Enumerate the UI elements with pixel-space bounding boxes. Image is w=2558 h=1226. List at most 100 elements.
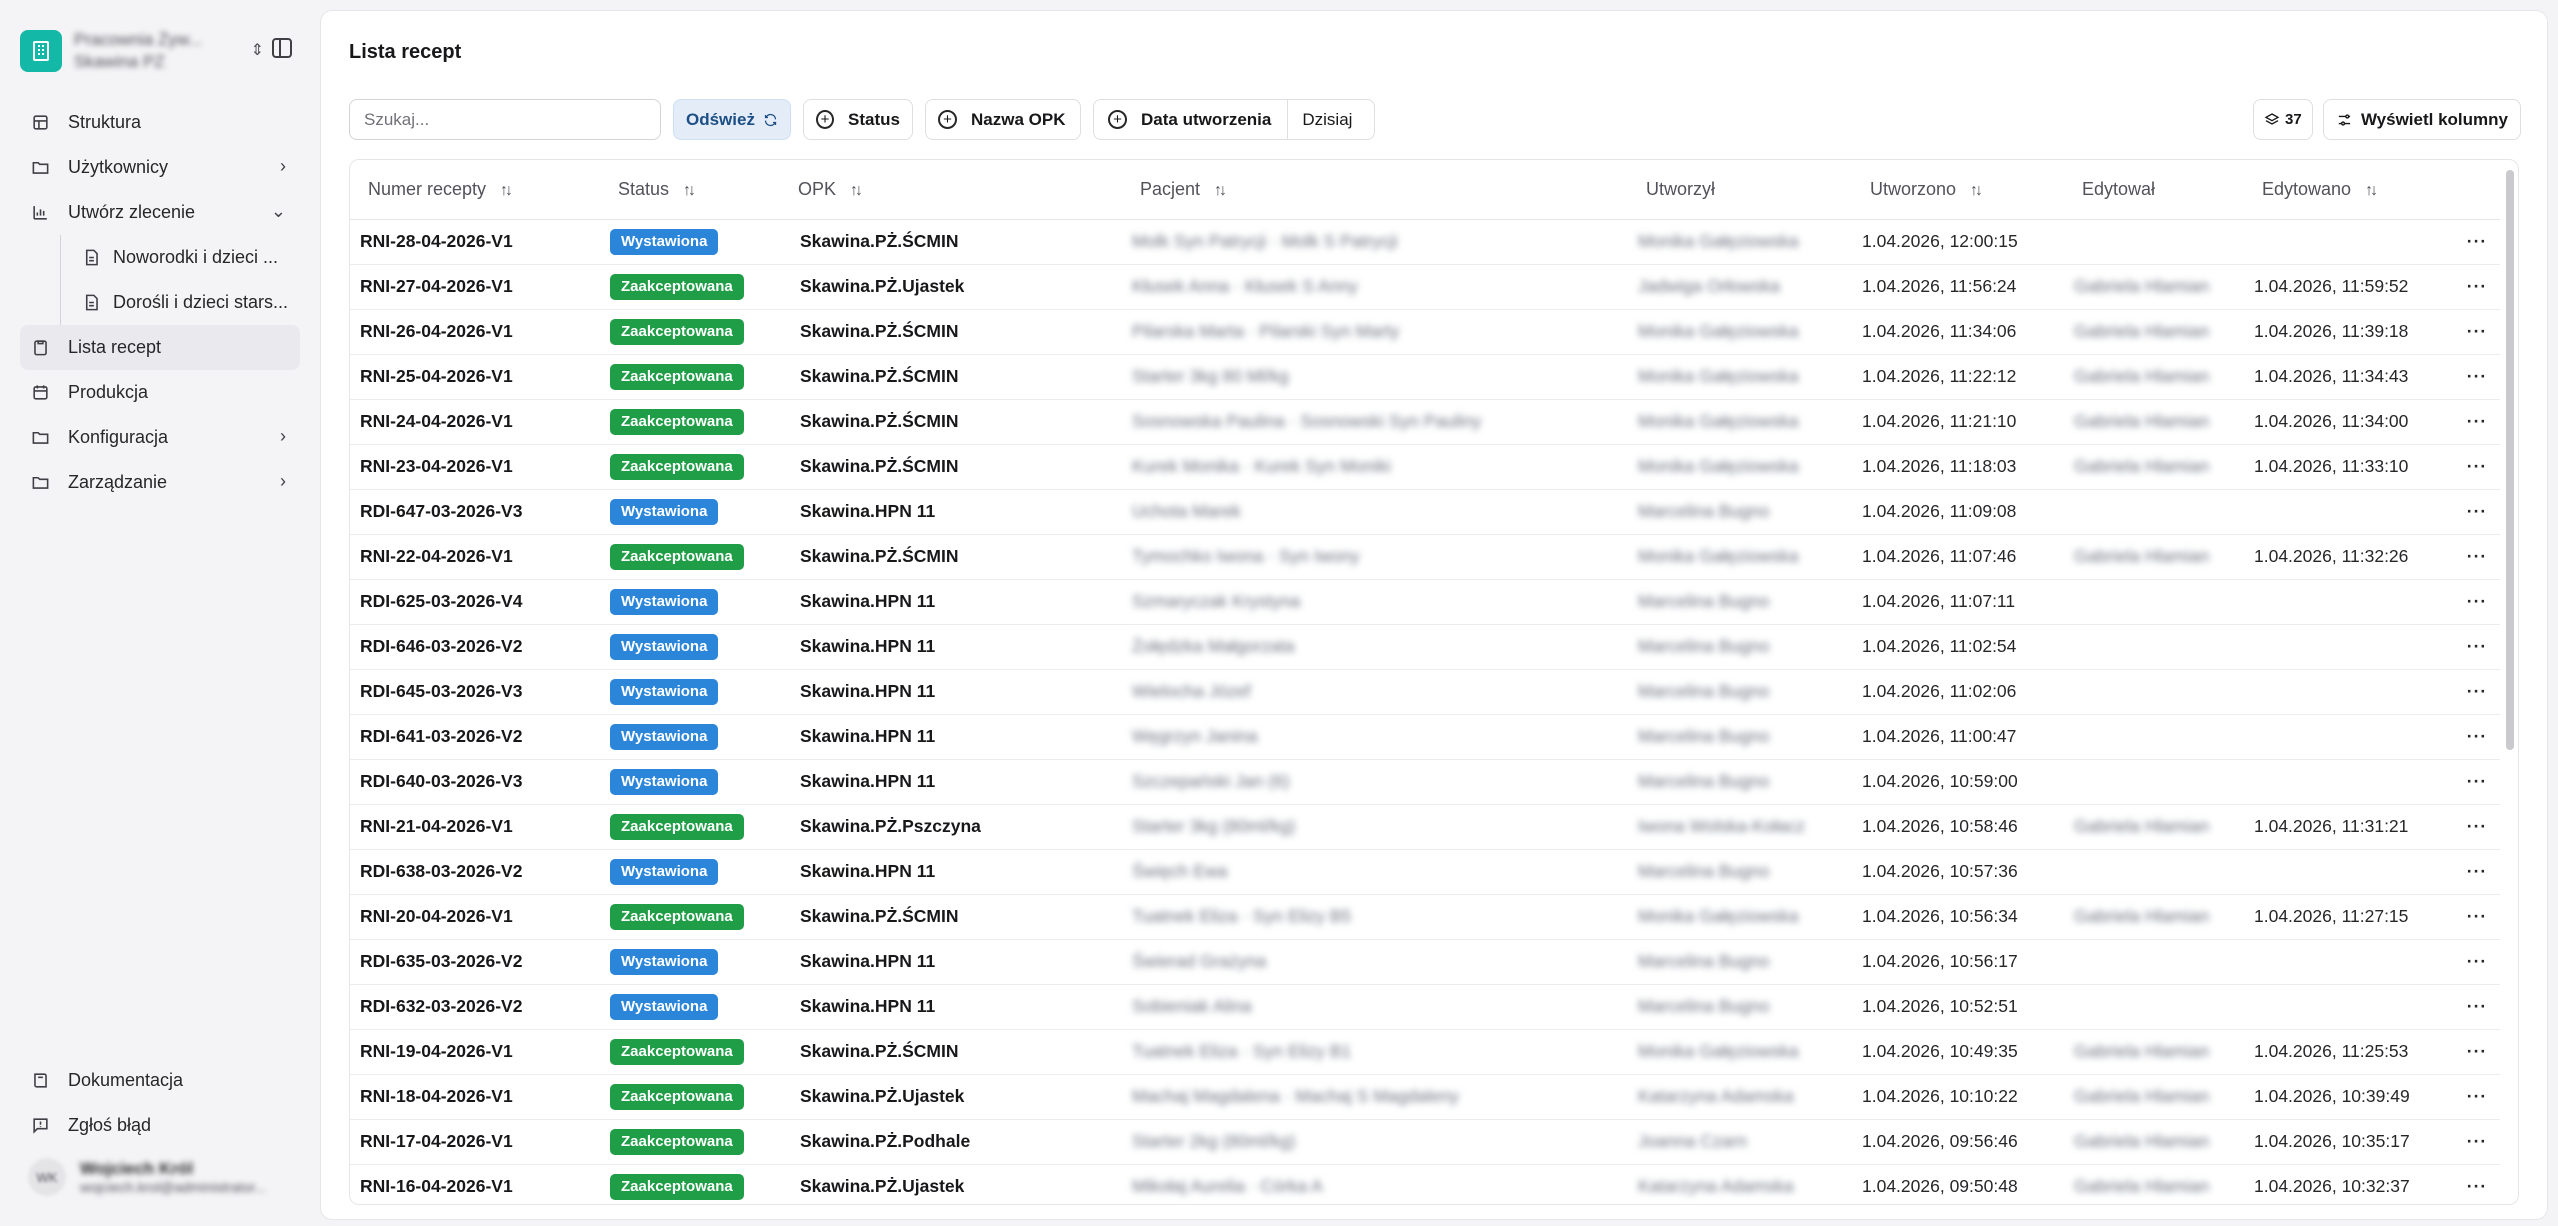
recipe-number[interactable]: RDI-641-03-2026-V2: [350, 714, 600, 759]
recipe-number[interactable]: RDI-645-03-2026-V3: [350, 669, 600, 714]
sidebar-item-produkcja[interactable]: Produkcja: [20, 370, 300, 415]
recipe-number[interactable]: RNI-18-04-2026-V1: [350, 1074, 600, 1119]
more-actions-icon[interactable]: ···: [2444, 759, 2500, 804]
more-actions-icon[interactable]: ···: [2444, 579, 2500, 624]
recipe-number[interactable]: RNI-23-04-2026-V1: [350, 444, 600, 489]
more-actions-icon[interactable]: ···: [2444, 894, 2500, 939]
more-actions-icon[interactable]: ···: [2444, 984, 2500, 1029]
recipe-number[interactable]: RNI-25-04-2026-V1: [350, 354, 600, 399]
column-header-edytowano[interactable]: Edytowano ↑↓: [2244, 160, 2444, 219]
more-actions-icon[interactable]: ···: [2444, 534, 2500, 579]
more-actions-icon[interactable]: ···: [2444, 399, 2500, 444]
table-row[interactable]: RDI-625-03-2026-V4 Wystawiona Skawina.HPN …: [350, 579, 2500, 624]
table-row[interactable]: RNI-24-04-2026-V1 Zaakceptowana Skawina.PŻ…: [350, 399, 2500, 444]
recipe-number[interactable]: RDI-625-03-2026-V4: [350, 579, 600, 624]
sidebar-item-zarzadzanie[interactable]: Zarządzanie ›: [20, 460, 300, 505]
date-filter-button[interactable]: + Data utworzenia Dzisiaj: [1093, 99, 1375, 140]
table-row[interactable]: RNI-23-04-2026-V1 Zaakceptowana Skawina.PŻ…: [350, 444, 2500, 489]
sidebar-item-dokumentacja[interactable]: Dokumentacja: [20, 1058, 300, 1103]
more-actions-icon[interactable]: ···: [2444, 444, 2500, 489]
sidebar-item-uzytkownicy[interactable]: Użytkownicy ›: [20, 145, 300, 190]
recipe-number[interactable]: RNI-17-04-2026-V1: [350, 1119, 600, 1164]
more-actions-icon[interactable]: ···: [2444, 939, 2500, 984]
organization-switcher[interactable]: Pracownia Żyw... Skawina PZ ⇕: [20, 22, 264, 80]
table-row[interactable]: RNI-16-04-2026-V1 Zaakceptowana Skawina.PŻ…: [350, 1164, 2500, 1204]
recipe-number[interactable]: RNI-16-04-2026-V1: [350, 1164, 600, 1204]
more-actions-icon[interactable]: ···: [2444, 219, 2500, 264]
user-menu[interactable]: WK Wojciech Król wojciech.krol@administr…: [28, 1158, 266, 1196]
sidebar-subitem-noworodki[interactable]: Noworodki i dzieci ...: [79, 235, 300, 280]
sidebar-toggle-icon[interactable]: [272, 38, 292, 58]
more-actions-icon[interactable]: ···: [2444, 1164, 2500, 1204]
recipe-number[interactable]: RDI-632-03-2026-V2: [350, 984, 600, 1029]
recipe-number[interactable]: RDI-638-03-2026-V2: [350, 849, 600, 894]
table-row[interactable]: RNI-27-04-2026-V1 Zaakceptowana Skawina.PŻ…: [350, 264, 2500, 309]
table-row[interactable]: RDI-640-03-2026-V3 Wystawiona Skawina.HPN …: [350, 759, 2500, 804]
more-actions-icon[interactable]: ···: [2444, 1119, 2500, 1164]
sidebar-item-lista-recept[interactable]: Lista recept: [20, 325, 300, 370]
column-header-pacjent[interactable]: Pacjent ↑↓: [1122, 160, 1628, 219]
table-row[interactable]: RNI-22-04-2026-V1 Zaakceptowana Skawina.PŻ…: [350, 534, 2500, 579]
more-actions-icon[interactable]: ···: [2444, 669, 2500, 714]
sidebar-item-zglos-blad[interactable]: Zgłoś błąd: [20, 1103, 300, 1148]
recipe-number[interactable]: RNI-26-04-2026-V1: [350, 309, 600, 354]
sidebar-item-struktura[interactable]: Struktura: [20, 100, 300, 145]
table-row[interactable]: RDI-638-03-2026-V2 Wystawiona Skawina.HPN …: [350, 849, 2500, 894]
more-actions-icon[interactable]: ···: [2444, 264, 2500, 309]
recipe-number[interactable]: RDI-646-03-2026-V2: [350, 624, 600, 669]
table-row[interactable]: RDI-635-03-2026-V2 Wystawiona Skawina.HPN …: [350, 939, 2500, 984]
status-filter-button[interactable]: + Status: [803, 99, 913, 140]
recipe-number[interactable]: RNI-24-04-2026-V1: [350, 399, 600, 444]
table-row[interactable]: RDI-632-03-2026-V2 Wystawiona Skawina.HPN …: [350, 984, 2500, 1029]
more-actions-icon[interactable]: ···: [2444, 714, 2500, 759]
recipe-number[interactable]: RDI-647-03-2026-V3: [350, 489, 600, 534]
recipe-number[interactable]: RNI-20-04-2026-V1: [350, 894, 600, 939]
more-actions-icon[interactable]: ···: [2444, 1029, 2500, 1074]
opk-cell: Skawina.HPN 11: [800, 996, 936, 1016]
more-actions-icon[interactable]: ···: [2444, 1074, 2500, 1119]
created-cell: 1.04.2026, 10:59:00: [1862, 771, 2018, 791]
status-badge: Wystawiona: [610, 723, 719, 750]
more-actions-icon[interactable]: ···: [2444, 489, 2500, 534]
status-badge: Wystawiona: [610, 768, 719, 795]
opk-filter-button[interactable]: + Nazwa OPK: [925, 99, 1081, 140]
table-row[interactable]: RNI-19-04-2026-V1 Zaakceptowana Skawina.PŻ…: [350, 1029, 2500, 1074]
table-row[interactable]: RDI-647-03-2026-V3 Wystawiona Skawina.HPN …: [350, 489, 2500, 534]
sidebar-item-utworz-zlecenie[interactable]: Utwórz zlecenie ⌄: [20, 190, 300, 235]
scrollbar[interactable]: [2506, 170, 2514, 750]
search-input[interactable]: [349, 99, 661, 140]
refresh-button[interactable]: Odśwież: [673, 99, 791, 140]
recipe-number[interactable]: RNI-27-04-2026-V1: [350, 264, 600, 309]
table-row[interactable]: RNI-26-04-2026-V1 Zaakceptowana Skawina.PŻ…: [350, 309, 2500, 354]
more-actions-icon[interactable]: ···: [2444, 804, 2500, 849]
column-header-numer[interactable]: Numer recepty ↑↓: [350, 160, 600, 219]
more-actions-icon[interactable]: ···: [2444, 354, 2500, 399]
sidebar-subitem-dorosli[interactable]: Dorośli i dzieci stars...: [79, 280, 300, 325]
layers-count-button[interactable]: 37: [2253, 99, 2313, 140]
more-actions-icon[interactable]: ···: [2444, 849, 2500, 894]
table-row[interactable]: RDI-641-03-2026-V2 Wystawiona Skawina.HPN …: [350, 714, 2500, 759]
recipe-number[interactable]: RNI-28-04-2026-V1: [350, 219, 600, 264]
sidebar-item-label: Konfiguracja: [68, 427, 169, 447]
sidebar-item-konfiguracja[interactable]: Konfiguracja ›: [20, 415, 300, 460]
columns-button[interactable]: Wyświetl kolumny: [2323, 99, 2521, 140]
recipe-number[interactable]: RDI-640-03-2026-V3: [350, 759, 600, 804]
more-actions-icon[interactable]: ···: [2444, 309, 2500, 354]
table-row[interactable]: RDI-646-03-2026-V2 Wystawiona Skawina.HPN …: [350, 624, 2500, 669]
recipe-number[interactable]: RNI-21-04-2026-V1: [350, 804, 600, 849]
column-header-utworzono[interactable]: Utworzono ↑↓: [1852, 160, 2064, 219]
recipe-number[interactable]: RNI-22-04-2026-V1: [350, 534, 600, 579]
table-row[interactable]: RNI-28-04-2026-V1 Wystawiona Skawina.PŻ.ŚC…: [350, 219, 2500, 264]
edited-cell: [2244, 849, 2444, 894]
table-row[interactable]: RNI-21-04-2026-V1 Zaakceptowana Skawina.PŻ…: [350, 804, 2500, 849]
column-header-opk[interactable]: OPK ↑↓: [780, 160, 1122, 219]
table-row[interactable]: RNI-18-04-2026-V1 Zaakceptowana Skawina.PŻ…: [350, 1074, 2500, 1119]
table-row[interactable]: RDI-645-03-2026-V3 Wystawiona Skawina.HPN …: [350, 669, 2500, 714]
table-row[interactable]: RNI-25-04-2026-V1 Zaakceptowana Skawina.PŻ…: [350, 354, 2500, 399]
table-row[interactable]: RNI-20-04-2026-V1 Zaakceptowana Skawina.PŻ…: [350, 894, 2500, 939]
column-header-status[interactable]: Status ↑↓: [600, 160, 780, 219]
recipe-number[interactable]: RDI-635-03-2026-V2: [350, 939, 600, 984]
table-row[interactable]: RNI-17-04-2026-V1 Zaakceptowana Skawina.PŻ…: [350, 1119, 2500, 1164]
more-actions-icon[interactable]: ···: [2444, 624, 2500, 669]
recipe-number[interactable]: RNI-19-04-2026-V1: [350, 1029, 600, 1074]
